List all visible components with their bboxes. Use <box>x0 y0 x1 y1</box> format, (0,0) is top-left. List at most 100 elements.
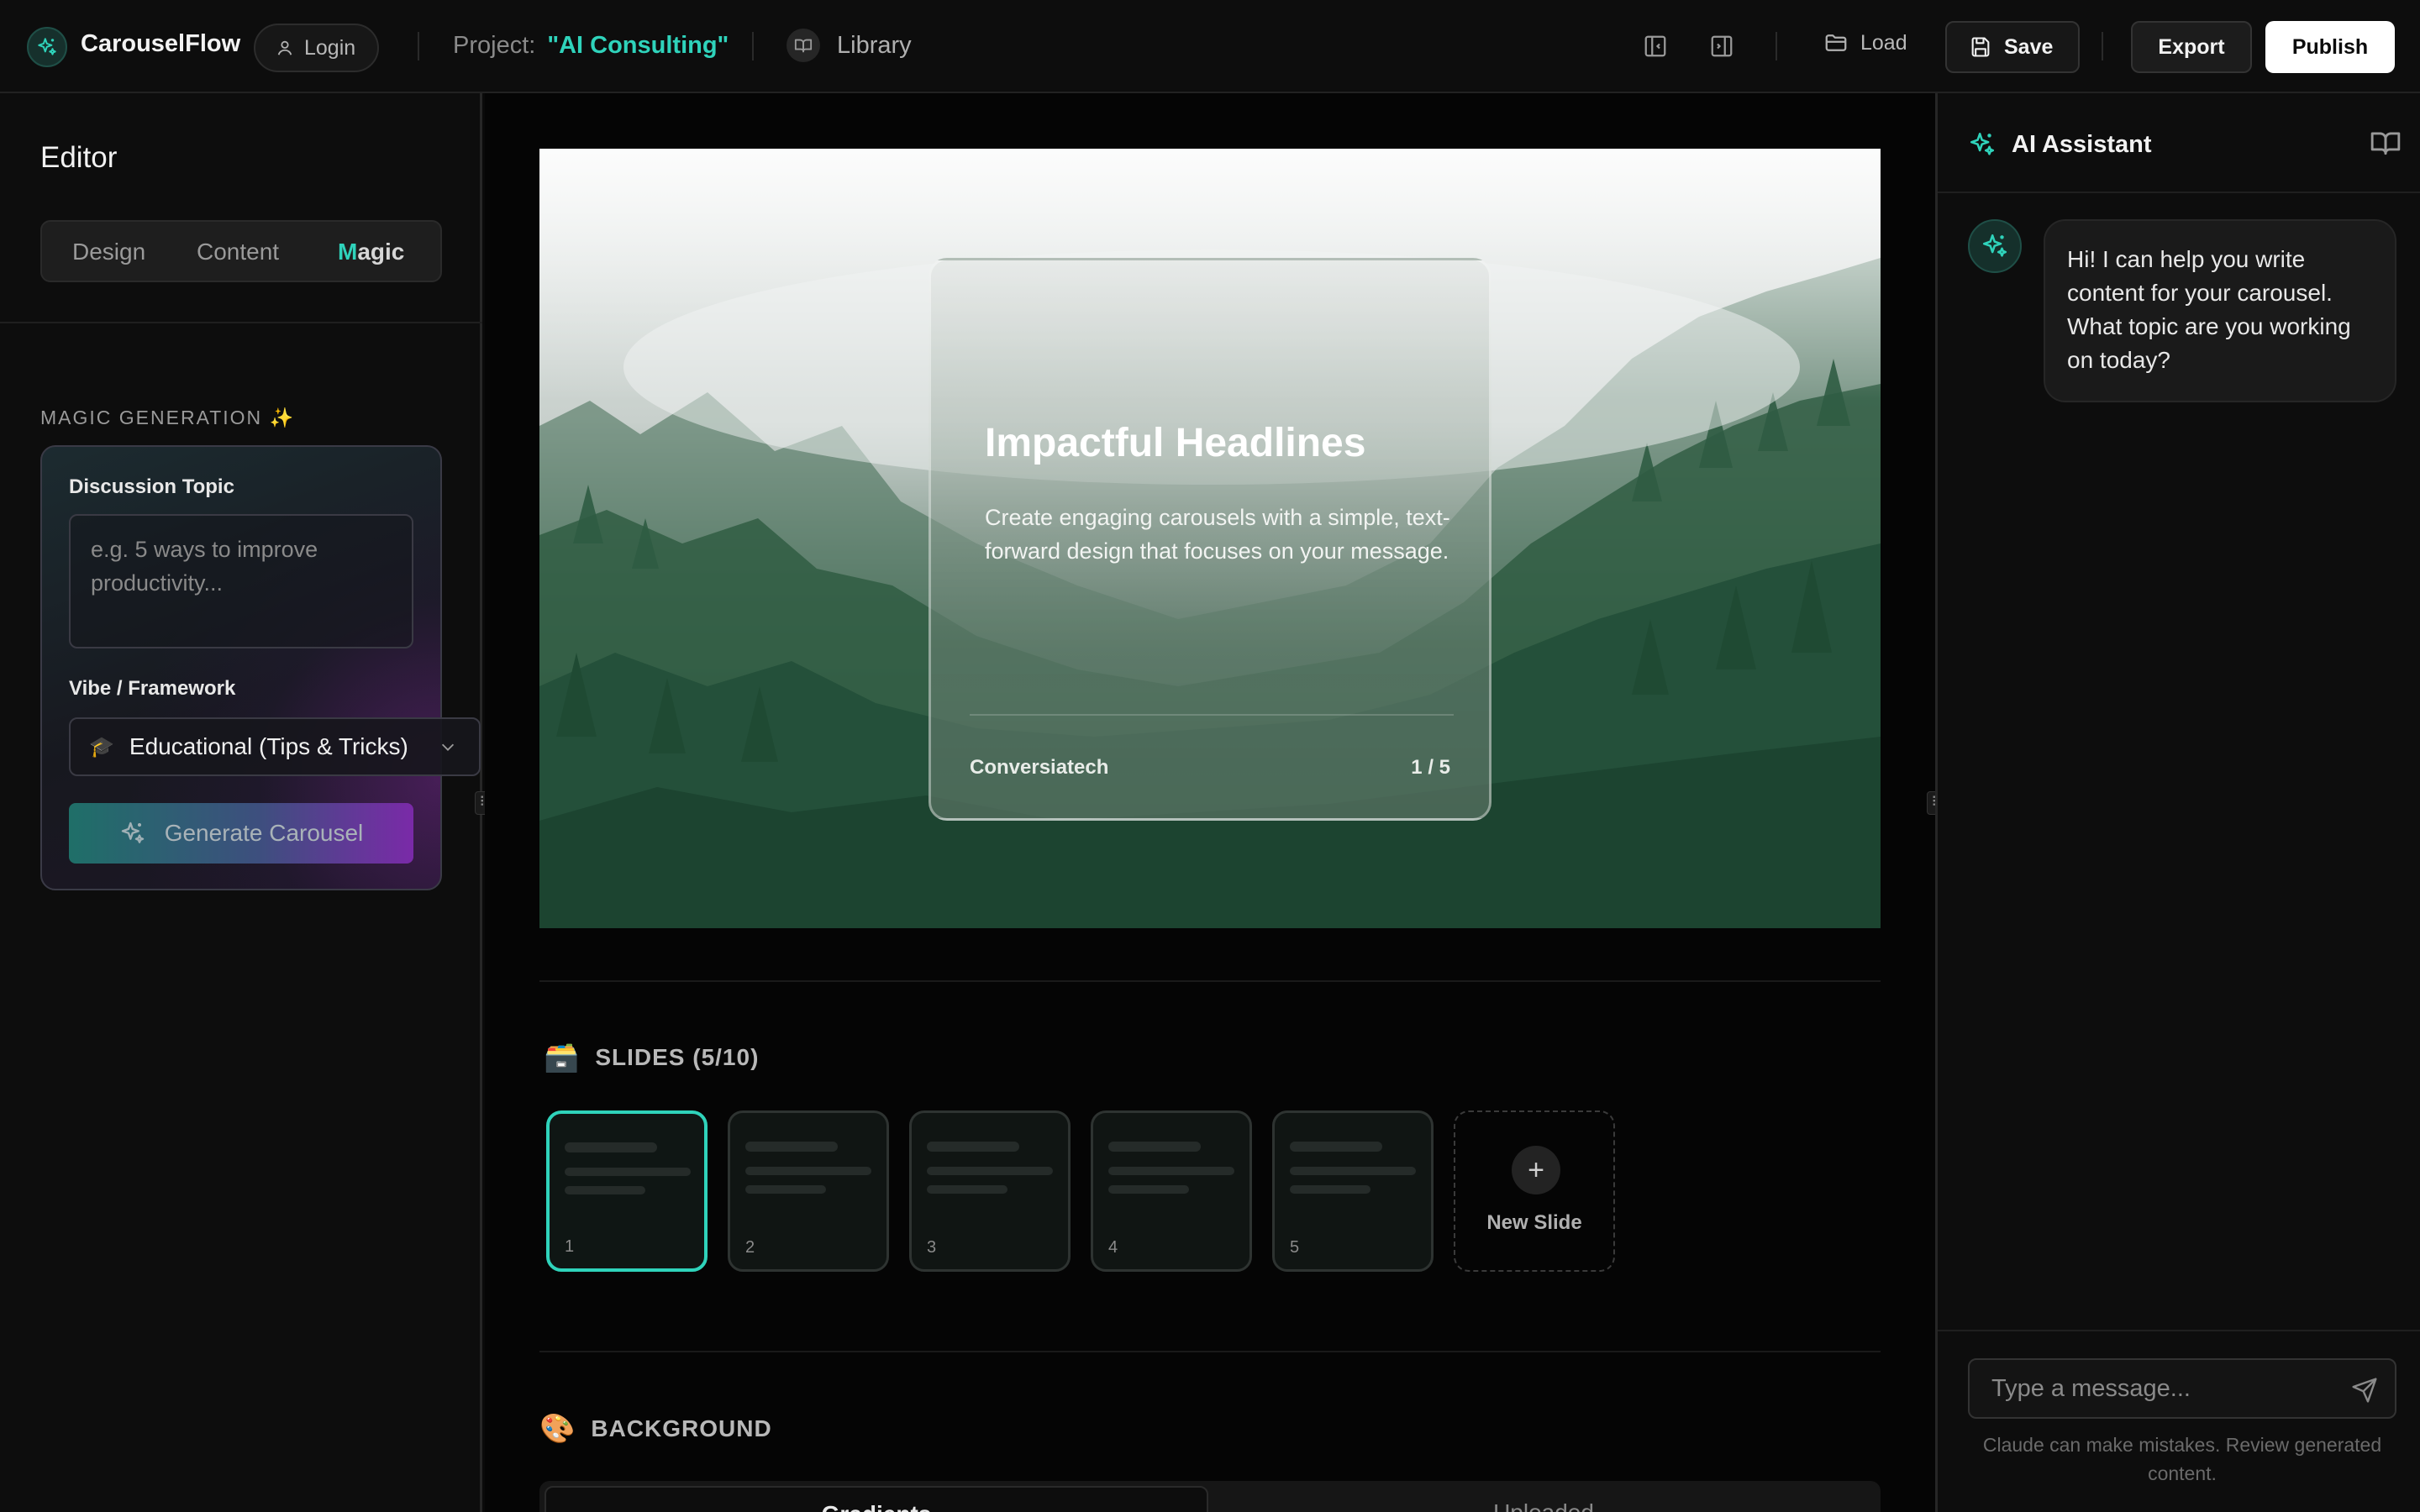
vibe-label: Vibe / Framework <box>69 677 236 700</box>
background-heading-label: BACKGROUND <box>591 1415 772 1441</box>
divider <box>970 714 1454 716</box>
divider <box>752 32 754 60</box>
magic-generation-card: Discussion Topic e.g. 5 ways to improve … <box>40 445 481 890</box>
tab-magic-first-letter: M <box>338 239 358 265</box>
save-icon <box>1971 37 1990 57</box>
ai-assistant-panel: AI Assistant Hi! I can help you write co… <box>1935 93 2420 1512</box>
slide-thumbnail-1[interactable]: 1 <box>546 1110 708 1272</box>
topic-input[interactable]: e.g. 5 ways to improve productivity... <box>69 514 413 648</box>
skeleton-line <box>927 1142 1019 1152</box>
library-label: Library <box>837 31 912 59</box>
assistant-avatar <box>1968 219 2022 273</box>
divider <box>418 32 419 60</box>
magic-generation-heading: MAGIC GENERATION ✨ <box>40 407 296 428</box>
tab-magic[interactable]: Magic <box>338 239 404 265</box>
vibe-select[interactable]: 🎓 Educational (Tips & Tricks) <box>69 717 481 776</box>
skeleton-line <box>565 1142 657 1152</box>
project-name: "AI Consulting" <box>547 32 729 59</box>
divider <box>0 322 482 323</box>
ai-assistant-header: AI Assistant <box>1968 130 2152 159</box>
project-label: Project: <box>453 32 536 59</box>
skeleton-line <box>1290 1185 1370 1194</box>
slide-thumbnail-3[interactable]: 3 <box>909 1110 1071 1272</box>
export-button[interactable]: Export <box>2131 21 2252 73</box>
tab-content[interactable]: Content <box>197 239 279 265</box>
editor-sidebar: Editor Design Content Magic MAGIC GENERA… <box>0 93 482 1512</box>
tab-gradients[interactable]: Gradients <box>544 1486 1208 1512</box>
project-indicator[interactable]: Project: "AI Consulting" <box>453 32 729 60</box>
new-slide-label: New Slide <box>1486 1211 1582 1234</box>
new-slide-button[interactable]: + New Slide <box>1454 1110 1615 1272</box>
top-bar: CarouselFlow Login Project: "AI Consulti… <box>0 0 2420 93</box>
skeleton-line <box>927 1185 1007 1194</box>
book-icon[interactable] <box>2370 127 2402 159</box>
slide-preview[interactable]: Impactful Headlines Create engaging caro… <box>539 149 1881 928</box>
graduation-cap-icon: 🎓 <box>89 735 114 759</box>
skeleton-line <box>1108 1142 1201 1152</box>
slide-body[interactable]: Create engaging carousels with a simple,… <box>985 501 1455 568</box>
slide-card[interactable]: Impactful Headlines Create engaging caro… <box>929 258 1491 821</box>
plus-icon: + <box>1512 1146 1560 1194</box>
skeleton-line <box>565 1186 645 1194</box>
editor-title: Editor <box>40 141 118 174</box>
panel-left-icon[interactable] <box>1639 30 1671 62</box>
tab-uploaded[interactable]: Uploaded <box>1212 1486 1876 1512</box>
message-input[interactable]: Type a message... <box>1968 1358 2396 1419</box>
load-label: Load <box>1860 30 1907 55</box>
panel-right-icon[interactable] <box>1706 30 1738 62</box>
save-button[interactable]: Save <box>1945 21 2081 73</box>
save-label: Save <box>2004 34 2054 59</box>
slide-thumbnail-5[interactable]: 5 <box>1272 1110 1434 1272</box>
skeleton-line <box>1108 1185 1189 1194</box>
login-button[interactable]: Login <box>254 24 380 72</box>
background-tabs: Gradients Uploaded <box>539 1481 1881 1512</box>
user-icon <box>277 40 292 55</box>
app-name: CarouselFlow <box>81 30 241 57</box>
login-label: Login <box>304 35 356 60</box>
divider <box>1938 192 2420 193</box>
library-button[interactable]: Library <box>786 29 912 62</box>
slide-number: 3 <box>927 1238 937 1257</box>
slides-heading-label: SLIDES (5/10) <box>595 1044 760 1070</box>
sparkle-icon <box>1970 132 1995 155</box>
tab-design[interactable]: Design <box>72 239 145 265</box>
divider <box>1938 1330 2420 1331</box>
slide-number: 2 <box>745 1238 755 1257</box>
slide-number: 1 <box>565 1237 575 1256</box>
assistant-message: Hi! I can help you write content for you… <box>2044 219 2396 402</box>
canvas-area: Impactful Headlines Create engaging caro… <box>485 93 1935 1512</box>
slide-brand: Conversiatech <box>970 756 1109 779</box>
slide-page-indicator: 1 / 5 <box>1411 756 1450 779</box>
slide-title[interactable]: Impactful Headlines <box>985 420 1365 466</box>
editor-tabs: Design Content Magic <box>40 220 442 282</box>
load-button[interactable]: Load <box>1823 30 1907 55</box>
slide-number: 5 <box>1290 1238 1300 1257</box>
divider <box>1776 32 1777 60</box>
skeleton-line <box>1108 1167 1234 1175</box>
publish-button[interactable]: Publish <box>2265 21 2395 73</box>
sparkle-icon <box>1982 234 2007 257</box>
skeleton-line <box>745 1185 826 1194</box>
skeleton-line <box>1290 1142 1382 1152</box>
slides-heading: 🗃️ SLIDES (5/10) <box>544 1041 759 1074</box>
card-file-box-icon: 🗃️ <box>544 1042 581 1074</box>
slide-thumbnail-4[interactable]: 4 <box>1091 1110 1252 1272</box>
divider <box>539 980 1881 982</box>
skeleton-line <box>565 1168 691 1176</box>
divider <box>539 1351 1881 1352</box>
sparkle-icon <box>27 27 67 67</box>
skeleton-line <box>745 1167 871 1175</box>
sparkle-icon <box>121 822 144 843</box>
slide-number: 4 <box>1108 1238 1118 1257</box>
vibe-value: Educational (Tips & Tricks) <box>129 733 408 759</box>
chevron-down-icon <box>441 743 455 751</box>
slide-thumbnail-2[interactable]: 2 <box>728 1110 889 1272</box>
send-icon[interactable] <box>2351 1377 2378 1404</box>
tab-magic-rest: agic <box>357 239 405 265</box>
ai-assistant-title: AI Assistant <box>2012 130 2152 158</box>
background-heading: 🎨 BACKGROUND <box>539 1412 772 1446</box>
generate-carousel-button[interactable]: Generate Carousel <box>69 803 413 864</box>
disclaimer: Claude can make mistakes. Review generat… <box>1982 1434 2382 1484</box>
generate-label: Generate Carousel <box>164 820 364 846</box>
palette-icon: 🎨 <box>539 1413 576 1445</box>
